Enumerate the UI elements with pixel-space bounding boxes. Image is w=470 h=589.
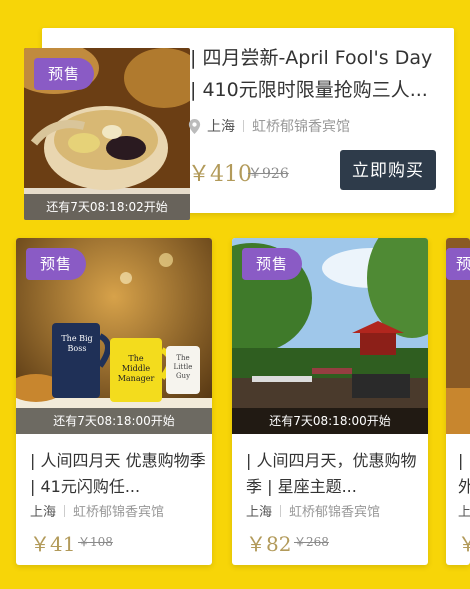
countdown-label: 还有7天08:18:00开始: [16, 408, 212, 434]
current-price: ￥: [458, 532, 470, 556]
original-price: ￥108: [78, 535, 113, 549]
presale-badge: 预售: [242, 248, 303, 280]
featured-product-card[interactable]: 预售 还有7天08:18:02开始 | 四月尝新-April Fool's Da…: [24, 28, 454, 220]
city-label: 上海: [30, 505, 57, 520]
presale-badge: 预售: [34, 58, 95, 90]
city-label: 上: [458, 505, 470, 520]
current-price: ￥41: [30, 532, 76, 556]
mug-label: The Middle Manager: [117, 354, 155, 383]
mug-label: The Big Boss: [61, 334, 93, 353]
presale-badge: 预售: [446, 248, 470, 280]
buy-now-button[interactable]: 立即购买: [340, 150, 436, 190]
location-pin-icon: [188, 118, 201, 134]
product-card[interactable]: 预售 还有7天08:18:00开始 | 人间四月天，优惠购物季 | 星座主题..…: [232, 238, 428, 565]
original-price: ￥268: [294, 535, 329, 549]
location-row: 上: [458, 501, 470, 520]
location-row: 上海 虹桥郁锦香宾馆: [246, 501, 380, 520]
current-price: ￥410: [188, 162, 252, 187]
product-image[interactable]: 预售 还有7天08:18:00开始: [232, 238, 428, 434]
product-title[interactable]: | 人间四月天，优惠购物季 | 星座主题...: [246, 448, 422, 500]
hotel-name: 虹桥郁锦香宾馆: [289, 505, 381, 520]
hotel-name: 虹桥郁锦香宾馆: [252, 119, 350, 135]
product-title[interactable]: | 外: [458, 448, 470, 500]
divider: [64, 504, 66, 517]
presale-badge: 预售: [26, 248, 87, 280]
featured-product-image[interactable]: 预售 还有7天08:18:02开始: [24, 48, 190, 220]
location-row: 上海 虹桥郁锦香宾馆: [30, 501, 164, 520]
product-image[interactable]: 预售: [446, 238, 470, 434]
product-title[interactable]: | 四月尝新-April Fool's Day | 410元限时限量抢购三人..…: [190, 42, 440, 106]
current-price: ￥82: [246, 532, 292, 556]
hotel-name: 虹桥郁锦香宾馆: [73, 505, 165, 520]
countdown-label: 还有7天08:18:00开始: [232, 408, 428, 434]
product-card[interactable]: The Big Boss The Middle Manager The Litt…: [16, 238, 212, 565]
original-price: ￥926: [248, 166, 289, 182]
city-label: 上海: [207, 119, 235, 135]
product-card[interactable]: 预售 | 外 上 ￥: [446, 238, 470, 565]
divider: [243, 120, 244, 132]
location-row: 上海 虹桥郁锦香宾馆: [188, 116, 350, 136]
countdown-label: 还有7天08:18:02开始: [24, 194, 190, 220]
city-label: 上海: [246, 505, 273, 520]
product-image[interactable]: The Big Boss The Middle Manager The Litt…: [16, 238, 212, 434]
mug-label: The Little Guy: [173, 354, 193, 380]
product-title[interactable]: | 人间四月天 优惠购物季 | 41元闪购任...: [30, 448, 206, 500]
divider: [280, 504, 282, 517]
